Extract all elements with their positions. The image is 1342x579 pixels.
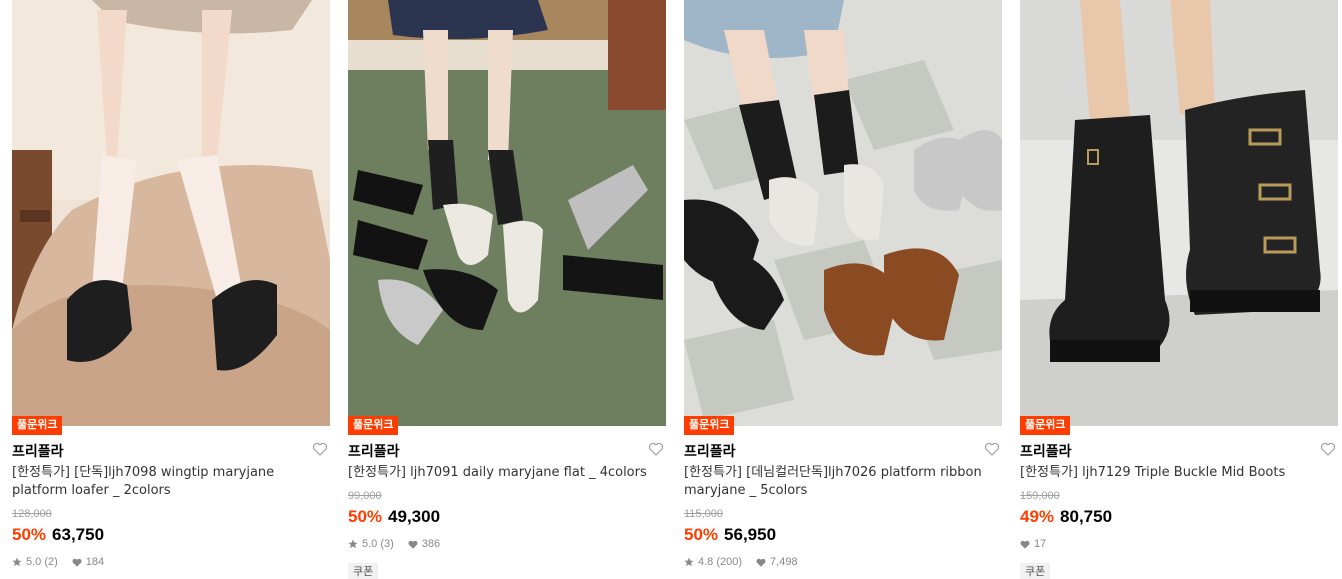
product-photo-platform-ribbon-maryjane[interactable] bbox=[684, 0, 1002, 426]
heart-icon bbox=[72, 558, 82, 567]
promo-badge: 풀문위크 bbox=[684, 416, 735, 435]
original-price: 115,000 bbox=[684, 508, 723, 520]
product-stats: 5.0 (2) 184 bbox=[12, 556, 104, 568]
product-image bbox=[684, 0, 1002, 426]
product-card[interactable]: 풀문위크 프리플라 [한정특가] [단독]ljh7098 wingtip mar… bbox=[12, 0, 330, 579]
likes-count: 386 bbox=[421, 538, 441, 550]
brand-name[interactable]: 프리플라 bbox=[1020, 441, 1072, 461]
sale-price: 63,750 bbox=[52, 525, 105, 544]
product-stats: 4.8 (200) 7,498 bbox=[684, 556, 798, 568]
discount-rate: 50% bbox=[684, 525, 719, 544]
original-price: 159,000 bbox=[1020, 490, 1060, 502]
product-image bbox=[12, 0, 330, 426]
product-title[interactable]: [한정특가] [데님컬러단독]ljh7026 platform ribbon m… bbox=[684, 464, 1002, 500]
star-icon bbox=[12, 557, 22, 567]
product-photo-wingtip-maryjane[interactable] bbox=[12, 0, 330, 426]
price-line: 49% 80,750 bbox=[1020, 507, 1112, 527]
heart-icon bbox=[756, 558, 766, 567]
price-line: 50% 56,950 bbox=[684, 525, 776, 545]
brand-name[interactable]: 프리플라 bbox=[12, 441, 64, 461]
product-title[interactable]: [한정특가] [단독]ljh7098 wingtip maryjane plat… bbox=[12, 464, 330, 500]
discount-rate: 50% bbox=[12, 525, 47, 544]
likes-count: 17 bbox=[1034, 538, 1047, 550]
heart-icon bbox=[408, 540, 418, 549]
discount-rate: 50% bbox=[348, 507, 383, 526]
price-line: 50% 49,300 bbox=[348, 507, 440, 527]
product-stats: 5.0 (3) 386 bbox=[348, 538, 440, 550]
sale-price: 80,750 bbox=[1060, 507, 1113, 526]
rating-text: 4.8 (200) bbox=[698, 556, 743, 568]
promo-badge: 풀문위크 bbox=[12, 416, 63, 435]
original-price: 128,000 bbox=[12, 508, 52, 520]
heart-icon[interactable] bbox=[312, 441, 328, 457]
product-photo-buckle-boots[interactable] bbox=[1020, 0, 1338, 426]
product-image bbox=[1020, 0, 1338, 426]
likes-count: 7,498 bbox=[770, 556, 798, 568]
sale-price: 56,950 bbox=[724, 525, 777, 544]
price-line: 50% 63,750 bbox=[12, 525, 104, 545]
heart-icon[interactable] bbox=[984, 441, 1000, 457]
star-icon bbox=[684, 557, 694, 567]
heart-icon bbox=[1020, 540, 1030, 549]
coupon-badge: 쿠폰 bbox=[1020, 563, 1051, 579]
coupon-badge: 쿠폰 bbox=[348, 563, 379, 579]
product-card[interactable]: 풀문위크 프리플라 [한정특가] [데님컬러단독]ljh7026 platfor… bbox=[684, 0, 1002, 579]
product-card[interactable]: 풀문위크 프리플라 [한정특가] ljh7091 daily maryjane … bbox=[348, 0, 666, 579]
product-photo-maryjane-flat[interactable] bbox=[348, 0, 666, 426]
product-image bbox=[348, 0, 666, 426]
rating-text: 5.0 (2) bbox=[26, 556, 58, 568]
heart-icon[interactable] bbox=[1320, 441, 1336, 457]
rating-text: 5.0 (3) bbox=[362, 538, 394, 550]
heart-icon[interactable] bbox=[648, 441, 664, 457]
product-title[interactable]: [한정특가] ljh7129 Triple Buckle Mid Boots bbox=[1020, 464, 1338, 482]
promo-badge: 풀문위크 bbox=[1020, 416, 1071, 435]
star-icon bbox=[348, 539, 358, 549]
brand-name[interactable]: 프리플라 bbox=[684, 441, 736, 461]
brand-name[interactable]: 프리플라 bbox=[348, 441, 400, 461]
product-card[interactable]: 풀문위크 프리플라 [한정특가] ljh7129 Triple Buckle M… bbox=[1020, 0, 1338, 579]
promo-badge: 풀문위크 bbox=[348, 416, 399, 435]
original-price: 99,000 bbox=[348, 490, 382, 502]
product-stats: 17 bbox=[1020, 538, 1046, 550]
discount-rate: 49% bbox=[1020, 507, 1055, 526]
product-title[interactable]: [한정특가] ljh7091 daily maryjane flat _ 4co… bbox=[348, 464, 666, 482]
likes-count: 184 bbox=[85, 556, 105, 568]
sale-price: 49,300 bbox=[388, 507, 441, 526]
